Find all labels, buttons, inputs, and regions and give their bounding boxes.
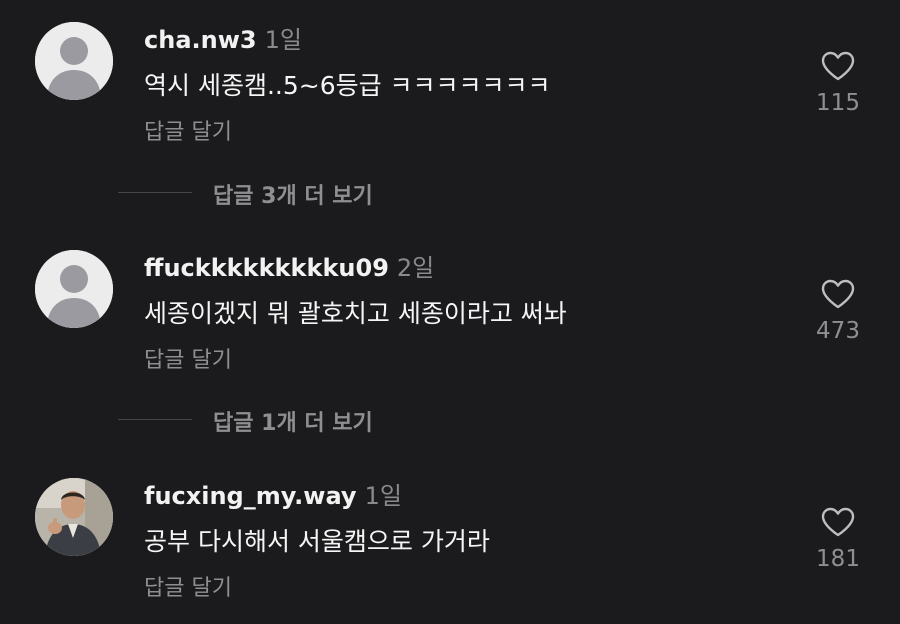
- like-section: 473: [805, 278, 871, 344]
- comment-item: ffuckkkkkkkkku09 2일 세종이겠지 뭐 괄호치고 세종이라고 써놔…: [0, 228, 900, 373]
- view-more-replies-label[interactable]: 답글 3개 더 보기: [213, 178, 373, 210]
- comment-time: 1일: [364, 482, 402, 510]
- comment-item: fucxing_my.way 1일 공부 다시해서 서울캠으로 가거라 답글 달기…: [0, 456, 900, 601]
- avatar[interactable]: [35, 478, 113, 556]
- comment-username[interactable]: ffuckkkkkkkkku09 2일: [144, 248, 434, 283]
- reply-button[interactable]: 답글 달기: [144, 570, 232, 602]
- heart-outline-icon[interactable]: [820, 50, 856, 82]
- reply-button[interactable]: 답글 달기: [144, 342, 232, 374]
- username-text[interactable]: ffuckkkkkkkkku09: [144, 254, 389, 282]
- comment-time: 1일: [264, 26, 302, 54]
- view-more-replies[interactable]: 답글 3개 더 보기: [118, 172, 618, 212]
- divider: [118, 192, 192, 193]
- like-section: 115: [805, 50, 871, 116]
- like-count: 473: [816, 318, 860, 344]
- like-section: 181: [805, 506, 871, 572]
- comment-text: 공부 다시해서 서울캠으로 가거라: [144, 527, 490, 556]
- comment-username[interactable]: fucxing_my.way 1일: [144, 476, 402, 511]
- comment-time: 2일: [396, 254, 435, 282]
- comment-username[interactable]: cha.nw3 1일: [144, 20, 302, 55]
- heart-outline-icon[interactable]: [820, 278, 856, 310]
- reply-button[interactable]: 답글 달기: [144, 114, 232, 146]
- like-count: 115: [816, 90, 860, 116]
- comment-text: 역시 세종캠..5~6등급 ㅋㅋㅋㅋㅋㅋㅋ: [144, 71, 551, 100]
- comment-item: cha.nw3 1일 역시 세종캠..5~6등급 ㅋㅋㅋㅋㅋㅋㅋ 답글 달기 11…: [0, 0, 900, 145]
- heart-outline-icon[interactable]: [820, 506, 856, 538]
- divider: [118, 419, 192, 420]
- username-text[interactable]: fucxing_my.way: [144, 482, 357, 510]
- view-more-replies-label[interactable]: 답글 1개 더 보기: [213, 405, 373, 437]
- default-avatar-icon: [35, 22, 113, 100]
- comments-panel: cha.nw3 1일 역시 세종캠..5~6등급 ㅋㅋㅋㅋㅋㅋㅋ 답글 달기 11…: [0, 0, 900, 624]
- default-avatar-icon: [35, 250, 113, 328]
- photo-avatar-icon: [35, 478, 113, 556]
- view-more-replies[interactable]: 답글 1개 더 보기: [118, 399, 618, 439]
- comment-text: 세종이겠지 뭐 괄호치고 세종이라고 써놔: [144, 299, 567, 328]
- like-count: 181: [816, 546, 860, 572]
- username-text[interactable]: cha.nw3: [144, 26, 257, 54]
- avatar[interactable]: [35, 22, 113, 100]
- avatar[interactable]: [35, 250, 113, 328]
